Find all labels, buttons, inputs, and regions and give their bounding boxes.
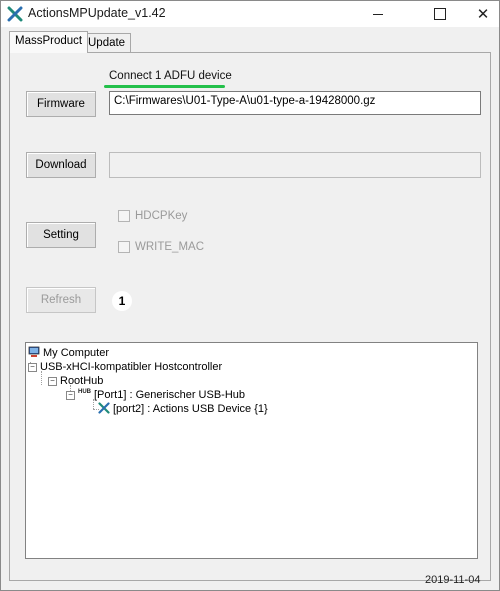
- tree-item-controller[interactable]: − USB-xHCI-kompatibler Hostcontroller: [28, 360, 222, 374]
- hdcpkey-checkbox[interactable]: [118, 210, 130, 222]
- firmware-path-field[interactable]: C:\Firmwares\U01-Type-A\u01-type-a-19428…: [109, 91, 481, 115]
- tab-massproduct[interactable]: MassProduct: [9, 31, 89, 53]
- close-icon: ✕: [476, 6, 490, 23]
- device-count-marker: 1: [112, 291, 132, 311]
- tree-item-my-computer[interactable]: My Computer: [28, 346, 109, 360]
- status-underline: [104, 85, 225, 88]
- app-icon: [7, 6, 23, 22]
- tree-item-actions-device[interactable]: [port2] : Actions USB Device {1}: [98, 401, 268, 417]
- hdcpkey-option: HDCPKey: [118, 210, 187, 222]
- tree-label: [Port1] : Generischer USB-Hub: [94, 389, 246, 401]
- tree-label: USB-xHCI-kompatibler Hostcontroller: [40, 361, 223, 373]
- firmware-button[interactable]: Firmware: [26, 91, 96, 117]
- tree-label: My Computer: [43, 347, 110, 359]
- refresh-button[interactable]: Refresh: [26, 287, 96, 313]
- minimize-icon: [373, 13, 383, 15]
- tree-item-usb-hub[interactable]: − HUB [Port1] : Generischer USB-Hub: [66, 388, 245, 402]
- computer-icon: [28, 346, 40, 361]
- usb-hub-icon: HUB: [78, 389, 91, 395]
- download-progress-field: [109, 152, 481, 178]
- close-button[interactable]: ✕: [460, 1, 500, 27]
- window-title: ActionsMPUpdate_v1.42: [28, 6, 166, 20]
- write-mac-checkbox[interactable]: [118, 241, 130, 253]
- collapse-icon[interactable]: −: [48, 376, 57, 386]
- device-tree[interactable]: My Computer − USB-xHCI-kompatibler Hostc…: [25, 342, 478, 559]
- hdcpkey-label: HDCPKey: [135, 210, 188, 222]
- maximize-button[interactable]: [417, 1, 463, 27]
- main-window: ActionsMPUpdate_v1.42 ✕ MassProduct Upda…: [0, 0, 500, 591]
- download-button[interactable]: Download: [26, 152, 96, 178]
- actions-device-icon: [98, 401, 110, 417]
- tree-label: RootHub: [60, 375, 104, 387]
- maximize-icon: [434, 8, 446, 20]
- write-mac-label: WRITE_MAC: [135, 241, 204, 253]
- tree-label: [port2] : Actions USB Device {1}: [113, 403, 268, 415]
- device-status-label: Connect 1 ADFU device: [109, 70, 232, 82]
- minimize-button[interactable]: [355, 1, 401, 27]
- collapse-icon[interactable]: −: [28, 362, 37, 372]
- tree-item-roothub[interactable]: − RootHub: [48, 374, 103, 388]
- write-mac-option: WRITE_MAC: [118, 241, 204, 253]
- title-bar[interactable]: ActionsMPUpdate_v1.42 ✕: [1, 1, 499, 27]
- setting-button[interactable]: Setting: [26, 222, 96, 248]
- tab-update[interactable]: Update: [82, 33, 132, 52]
- build-date: 2019-11-04: [425, 574, 481, 586]
- collapse-icon[interactable]: −: [66, 390, 75, 400]
